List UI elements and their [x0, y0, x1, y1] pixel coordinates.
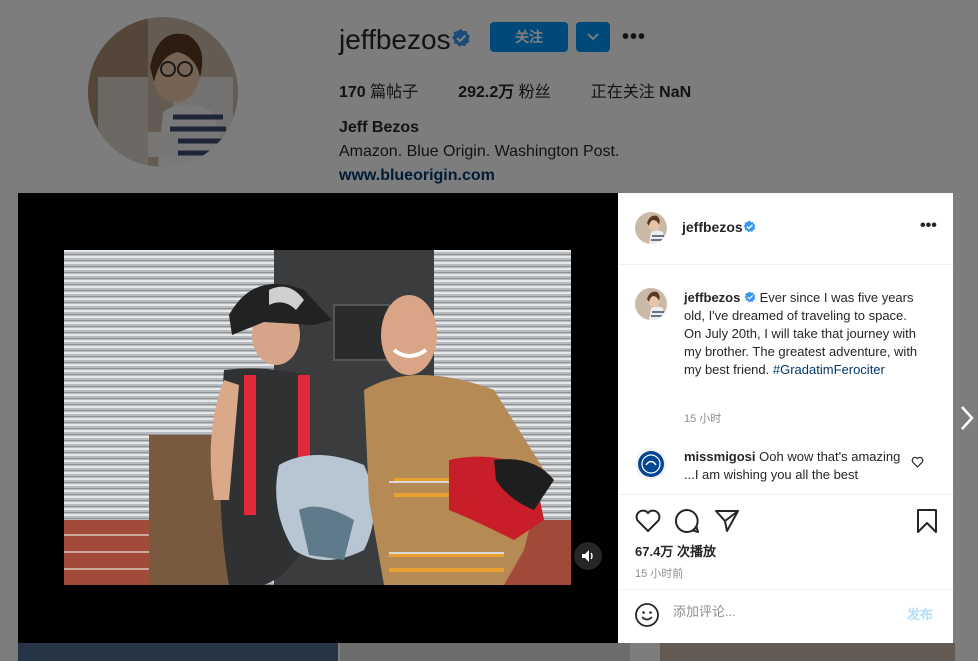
post-timestamp[interactable]: 15 小时前 [635, 565, 683, 581]
comment-item: missmigosi Ooh wow that's amazing ...I a… [684, 448, 904, 484]
post-author-username[interactable]: jeffbezos [682, 219, 743, 235]
comment-list[interactable]: missmigosi Ooh wow that's amazing ...I a… [618, 440, 953, 494]
emoji-icon[interactable] [634, 602, 660, 628]
post-caption: jeffbezos Ever since I was five years ol… [684, 289, 924, 379]
speaker-icon [582, 550, 593, 562]
comment-like-heart-icon[interactable] [911, 456, 924, 468]
post-author-avatar[interactable] [635, 212, 667, 244]
comment-icon[interactable] [673, 507, 701, 535]
verified-badge-icon [744, 291, 756, 303]
heart-icon[interactable] [634, 507, 662, 535]
post-media-pane [18, 193, 618, 643]
caption-author-avatar[interactable] [635, 288, 667, 320]
publish-button[interactable]: 发布 [907, 604, 933, 623]
post-more-options-icon[interactable]: ••• [920, 217, 937, 235]
add-comment-bar: 发布 [618, 589, 953, 643]
chevron-right-icon[interactable] [960, 405, 974, 431]
verified-badge-icon [743, 220, 756, 233]
caption-hashtag[interactable]: #GradatimFerociter [773, 362, 885, 377]
comment-username[interactable]: missmigosi [684, 449, 756, 464]
sound-toggle-button[interactable] [574, 542, 602, 570]
share-icon[interactable] [713, 507, 741, 535]
caption-timestamp: 15 小时 [684, 413, 722, 425]
post-video[interactable] [64, 250, 571, 585]
comment-input[interactable] [673, 604, 893, 619]
post-side-pane: jeffbezos ••• jeffbezos Ever since I was… [618, 193, 953, 643]
post-header: jeffbezos ••• [618, 193, 953, 265]
caption-username[interactable]: jeffbezos [684, 290, 740, 305]
view-count[interactable]: 67.4万 次播放 [635, 541, 716, 560]
bookmark-icon[interactable] [913, 507, 941, 535]
post-action-bar: 67.4万 次播放 15 小时前 [618, 494, 953, 589]
commenter-avatar[interactable] [635, 448, 667, 480]
